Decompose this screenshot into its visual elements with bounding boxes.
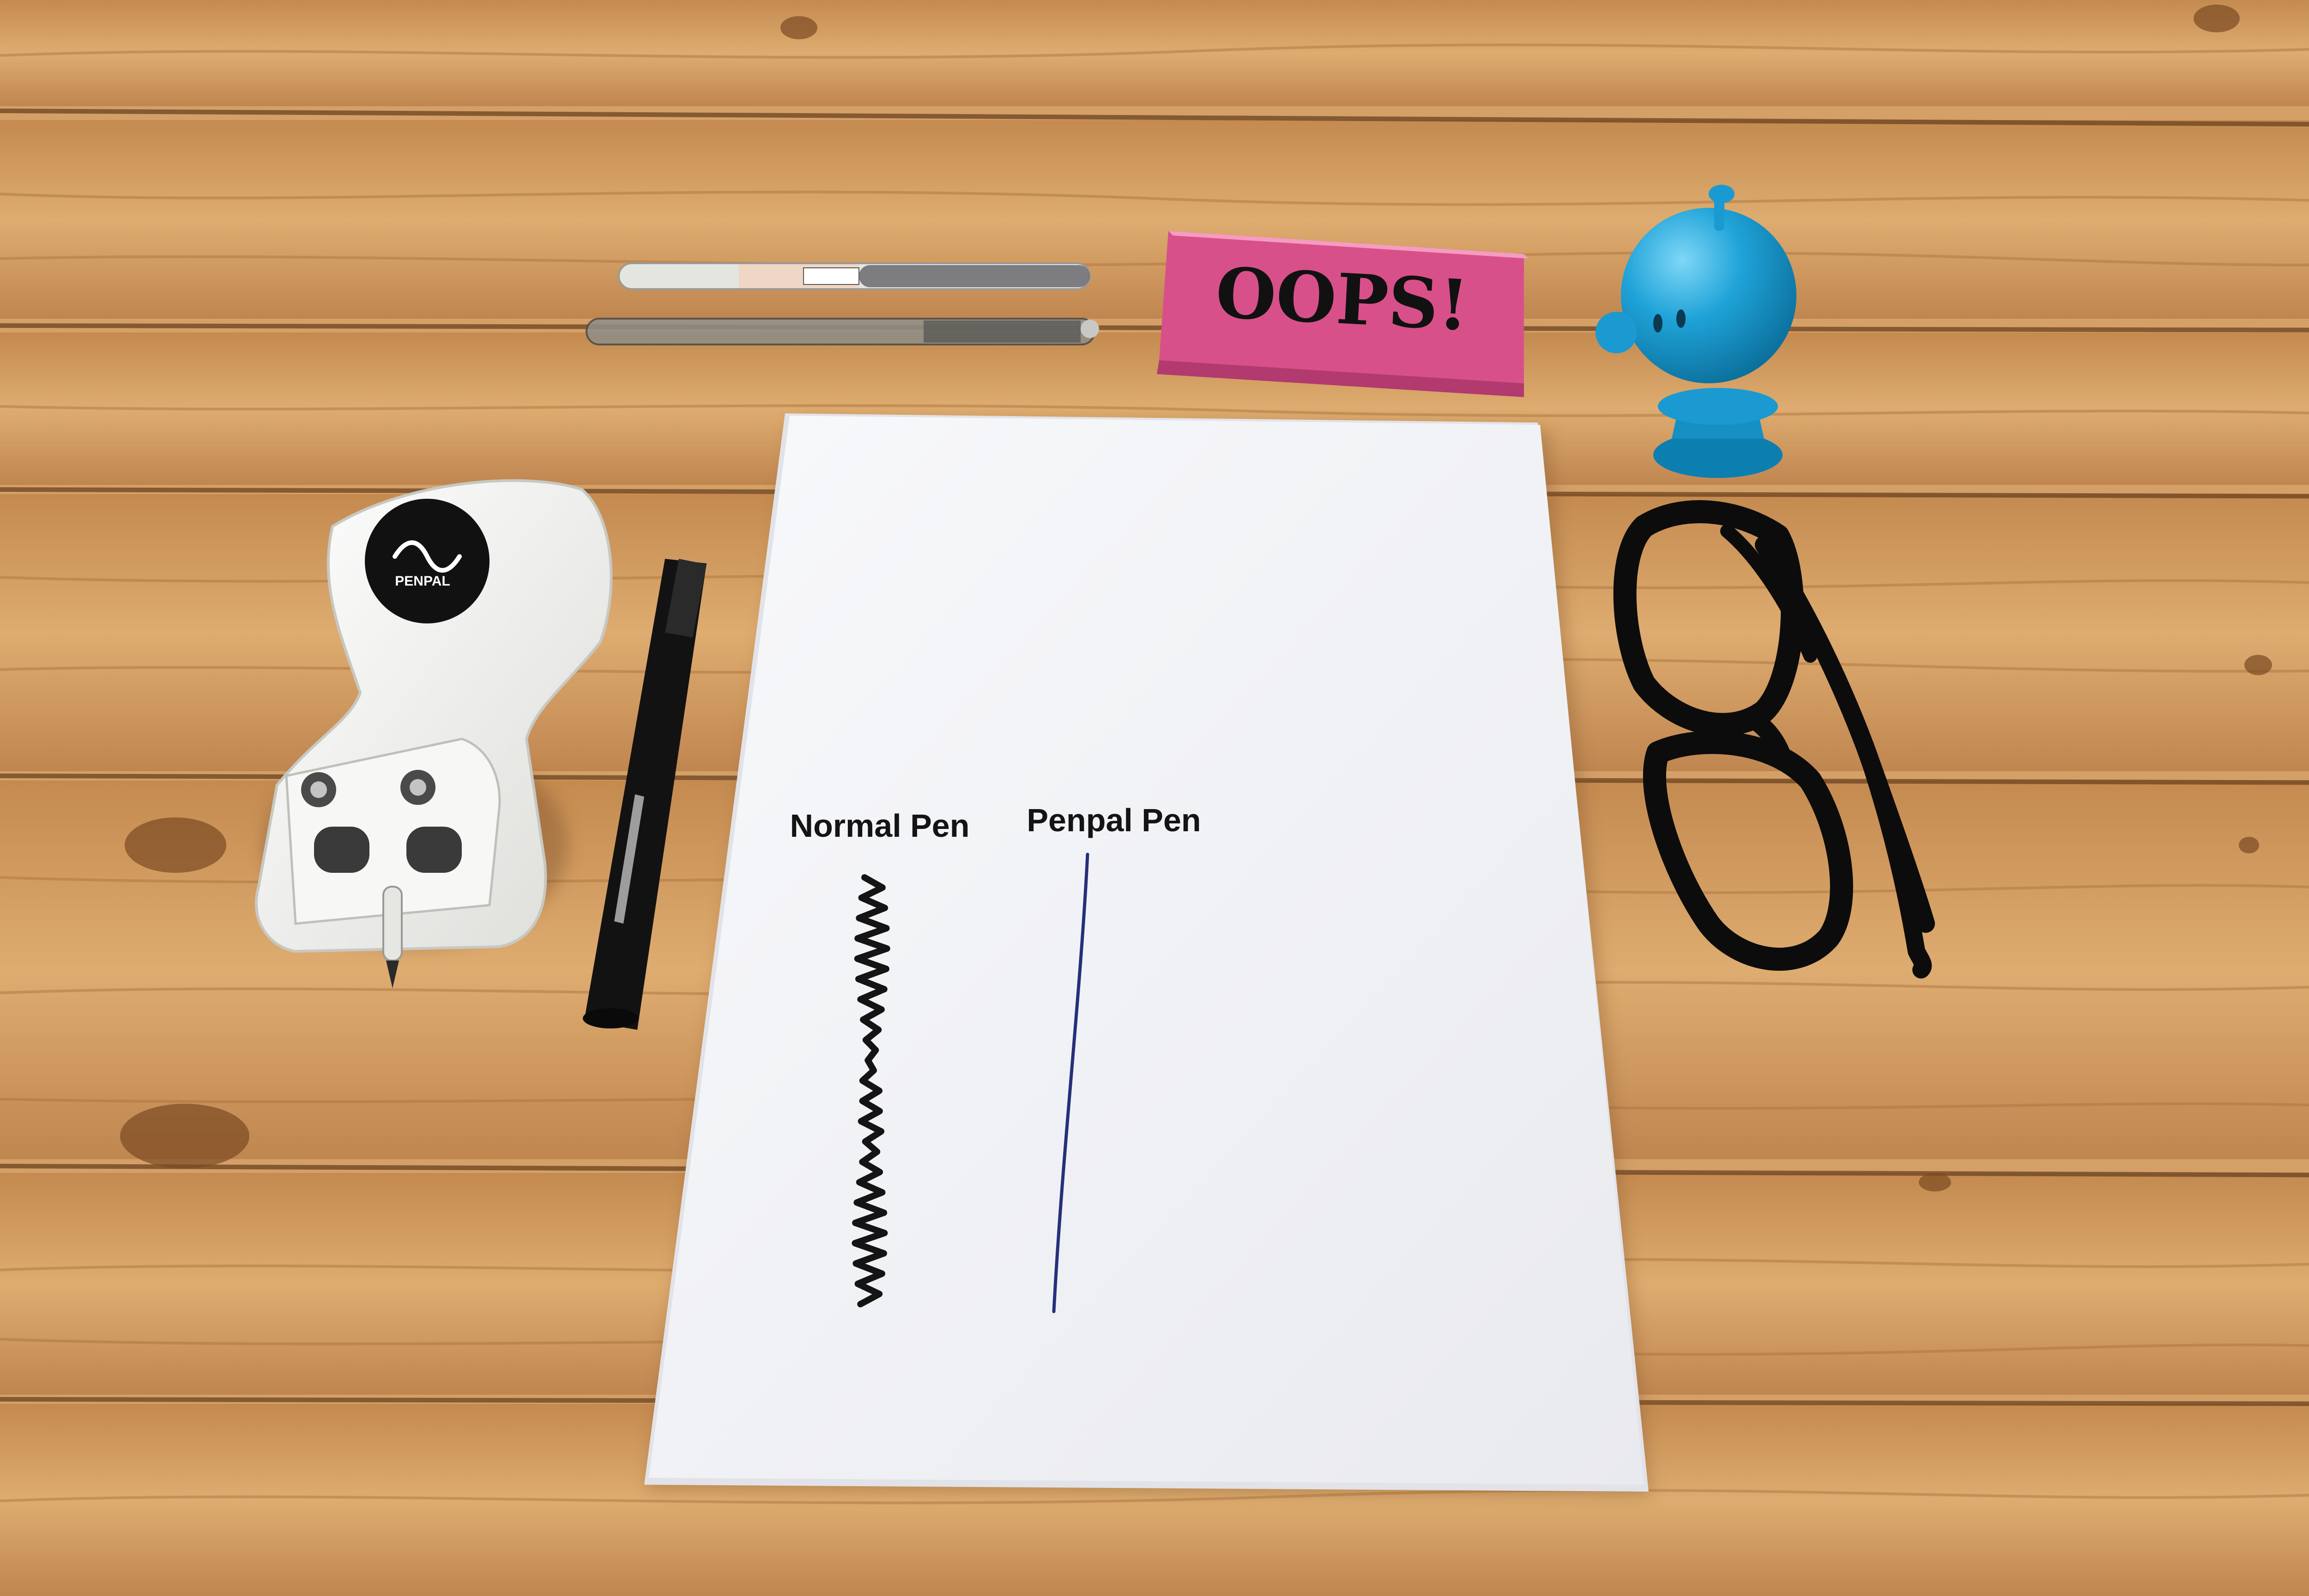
oops-eraser: OOPS!: [1157, 231, 1529, 397]
label-normal-pen: Normal Pen: [790, 808, 970, 844]
label-penpal-pen: Penpal Pen: [1027, 802, 1201, 838]
clear-gel-pen-top: [618, 262, 1091, 290]
eraser-text: OOPS!: [1214, 252, 1471, 346]
desk-scene: OOPS! PENPAL Normal Pen Penpal Pen: [0, 0, 2309, 1596]
dark-gel-pen-bottom: [586, 318, 1099, 345]
penpal-logo-text: PENPAL: [395, 574, 450, 589]
paper-sheet: Normal Pen Penpal Pen: [644, 413, 1651, 1496]
